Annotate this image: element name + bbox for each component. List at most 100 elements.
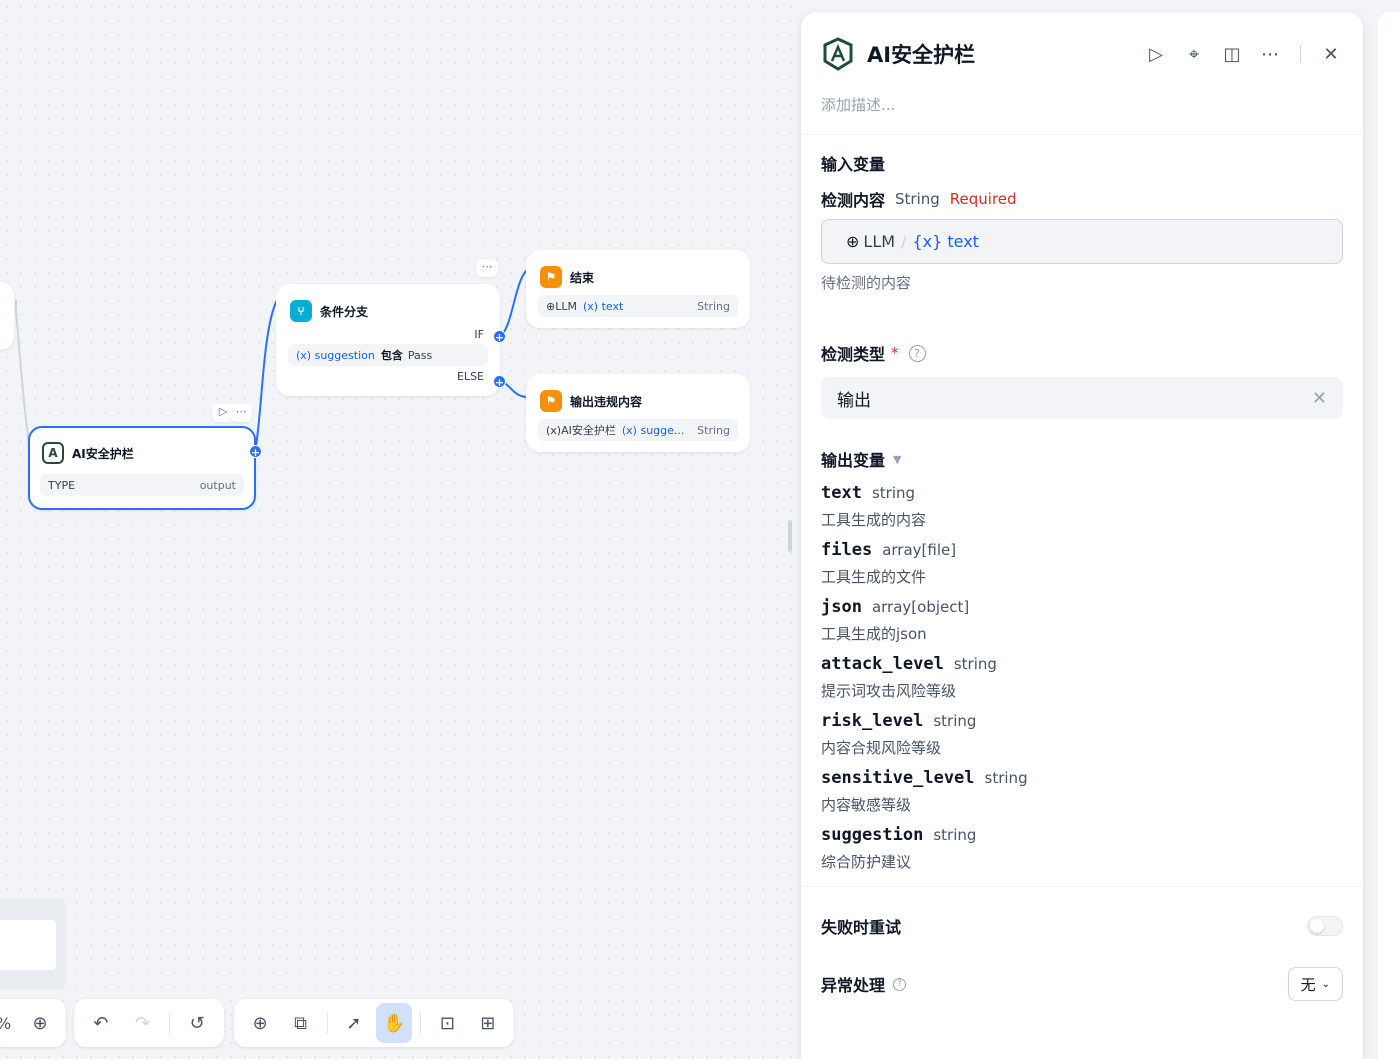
node-var-row: TYPE output [40, 474, 244, 496]
output-variable-item: suggestion string 综合防护建议 [821, 825, 1343, 872]
output-section-header[interactable]: 输出变量 ▼ [821, 447, 1343, 471]
node-var-row: ⊕ LLM (x) text String [538, 295, 738, 317]
node-more-button[interactable]: ⋯ [230, 404, 252, 422]
book-icon[interactable]: ◫ [1220, 42, 1244, 66]
pointer-icon[interactable]: ➚ [336, 1003, 372, 1043]
retry-toggle[interactable] [1307, 916, 1343, 936]
output-port[interactable]: + [249, 445, 262, 459]
output-var-name: risk_level [821, 711, 924, 731]
output-variable-item: risk_level string 内容合规风险等级 [821, 711, 1343, 758]
caret-down-icon: ▼ [893, 452, 902, 466]
var-name: text [601, 299, 624, 313]
clear-icon[interactable]: ✕ [1312, 388, 1327, 409]
right-sidebar-edge [1378, 12, 1400, 1059]
output-var-name: attack_level [821, 654, 944, 674]
retry-label: 失败时重试 [821, 918, 902, 937]
toolbar-divider [420, 1012, 422, 1034]
input-field-name: 检测内容 [821, 191, 886, 210]
cond-value: Pass [407, 348, 433, 362]
variable-selector[interactable]: ⊕ LLM / {x} text [821, 219, 1343, 264]
organize-layout-icon[interactable]: ⊞ [470, 1003, 506, 1043]
cond-op: 包含 [380, 349, 403, 362]
output-var-type: string [871, 484, 916, 502]
shield-logo-icon: A [42, 442, 64, 464]
history-toolbar: ↶ ↷ ↺ [74, 999, 224, 1047]
node-output-violation[interactable]: ⚑ 输出违规内容 (x) AI安全护栏 (x) sugge... String [526, 374, 750, 452]
output-var-type: string [953, 655, 997, 673]
node-condition-branch[interactable]: ⑂ 条件分支 IF (x) suggestion 包含 Pass ELSE + … [276, 284, 506, 396]
output-var-type: string [984, 769, 1028, 787]
panel-title[interactable]: AI安全护栏 [867, 39, 975, 69]
llm-icon: ⊕ [546, 299, 556, 313]
end-flag-icon: ⚑ [540, 390, 562, 412]
zoom-toolbar: % ⊕ [0, 999, 66, 1047]
output-variable-item: json array[object] 工具生成的json [821, 597, 1343, 644]
output-section-title: 输出变量 [821, 451, 886, 470]
node-ai-guard[interactable]: A AI安全护栏 TYPE output + [28, 426, 262, 510]
output-var-desc: 工具生成的文件 [821, 568, 927, 586]
node-config-panel: AI安全护栏 ▷ ⌖ ◫ ⋯ ✕ 添加描述... 输入变量 检测内容 Strin… [801, 12, 1363, 1059]
output-var-name: text [821, 483, 862, 503]
output-var-name: sensitive_level [821, 768, 975, 788]
detect-type-select[interactable]: 输出 ✕ [821, 377, 1343, 419]
output-var-desc: 综合防护建议 [821, 853, 912, 871]
input-hint: 待检测的内容 [821, 274, 912, 292]
toolbar-divider [169, 1012, 171, 1034]
variable-source: LLM [863, 232, 896, 251]
output-var-desc: 工具生成的json [821, 625, 927, 643]
output-var-type: array[object] [871, 598, 970, 616]
var-x-icon: (x) [296, 348, 315, 362]
end-flag-icon: ⚑ [540, 266, 562, 288]
add-node-icon[interactable]: ⊕ [242, 1003, 278, 1043]
redo-icon[interactable]: ↷ [124, 1003, 162, 1043]
more-icon[interactable]: ⋯ [1258, 42, 1282, 66]
minimap[interactable] [0, 898, 66, 990]
output-var-desc: 内容敏感等级 [821, 796, 912, 814]
var-x-icon: {x} [912, 232, 948, 251]
node-more-button[interactable]: ⋯ [476, 259, 498, 277]
undo-icon[interactable]: ↶ [82, 1003, 120, 1043]
history-icon[interactable]: ↺ [178, 1003, 216, 1043]
close-icon[interactable]: ✕ [1319, 42, 1343, 66]
node-title: AI安全护栏 [72, 446, 134, 461]
var-x-icon: (x) [621, 423, 641, 437]
var-x-icon: (x) [546, 423, 562, 437]
var-type: String [697, 423, 730, 437]
variable-name: text [947, 232, 979, 251]
detect-type-label: 检测类型 [821, 345, 886, 364]
node-end[interactable]: ⚑ 结束 ⊕ LLM (x) text String [526, 250, 750, 328]
crosshair-icon[interactable]: ⌖ [1182, 42, 1206, 66]
zoom-in-icon[interactable]: ⊕ [20, 1003, 60, 1043]
node-title: 条件分支 [320, 304, 369, 319]
output-variable-item: text string 工具生成的内容 [821, 483, 1343, 530]
output-var-type: array[file] [882, 541, 957, 559]
var-source: LLM [555, 299, 577, 313]
run-icon[interactable]: ▷ [1144, 42, 1168, 66]
workflow-canvas[interactable] [0, 0, 800, 1059]
var-value: output [199, 478, 236, 492]
if-port[interactable]: + [493, 330, 506, 344]
else-label: ELSE [456, 370, 484, 383]
output-variable-item: files array[file] 工具生成的文件 [821, 540, 1343, 587]
detect-type-value: 输出 [837, 390, 871, 411]
description-input[interactable]: 添加描述... [801, 74, 1363, 134]
add-note-icon[interactable]: ⧉ [282, 1003, 318, 1043]
else-port[interactable]: + [493, 375, 506, 389]
error-handling-select[interactable]: 无 ⌄ [1287, 967, 1343, 1001]
hand-icon[interactable]: ✋ [375, 1003, 413, 1043]
condition-row: (x) suggestion 包含 Pass [288, 344, 488, 366]
export-image-icon[interactable]: ⊡ [429, 1003, 465, 1043]
node-title: 输出违规内容 [570, 394, 643, 409]
error-handling-value: 无 [1300, 975, 1316, 994]
node-title: 结束 [570, 270, 595, 285]
var-source: AI安全护栏 [561, 424, 616, 437]
actions-divider [1300, 45, 1301, 63]
required-mark: * [891, 344, 899, 362]
help-icon[interactable]: ? [908, 344, 926, 362]
cond-var: suggestion [314, 348, 375, 362]
upstream-node-stub[interactable] [0, 282, 14, 350]
llm-icon: ⊕ [846, 232, 860, 251]
help-icon[interactable]: ? [893, 977, 907, 991]
panel-resize-handle[interactable] [788, 520, 792, 552]
shield-logo-icon [821, 37, 855, 71]
